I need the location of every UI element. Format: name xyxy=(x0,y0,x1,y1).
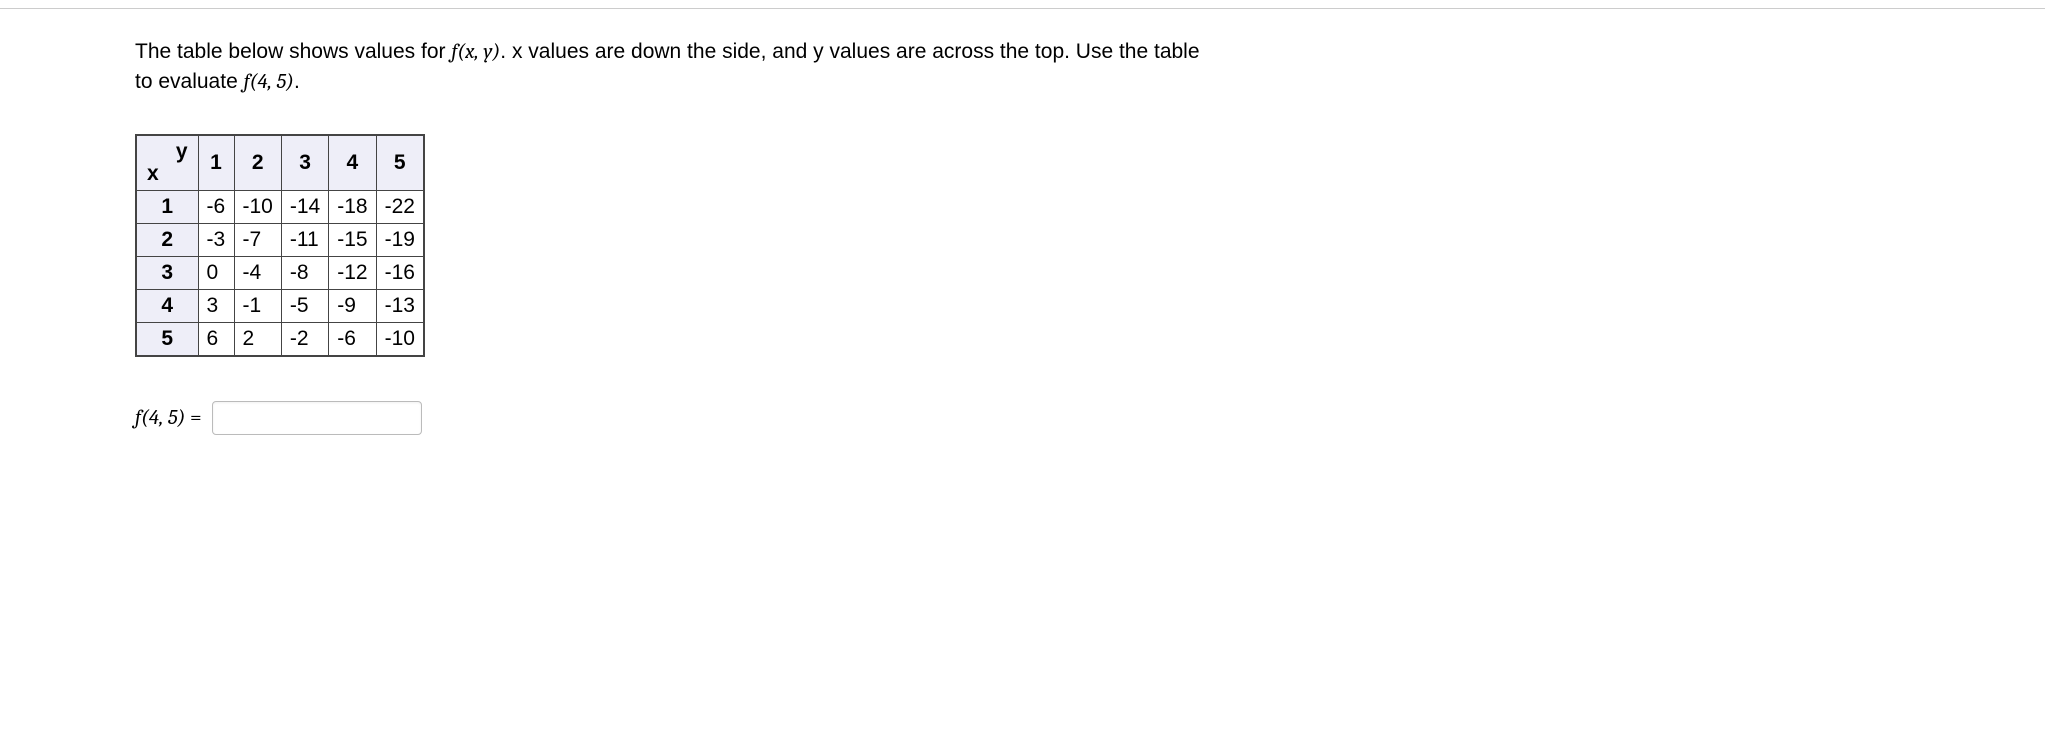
prompt-text-pre: The table below shows values for xyxy=(135,40,451,63)
answer-label: f(4, 5) = xyxy=(135,406,202,430)
answer-row: f(4, 5) = xyxy=(135,401,1200,435)
cell: -11 xyxy=(281,224,328,257)
cell: -1 xyxy=(234,290,281,323)
cell: -16 xyxy=(376,257,424,290)
cell: -9 xyxy=(329,290,376,323)
cell: -12 xyxy=(329,257,376,290)
cell: -10 xyxy=(376,323,424,357)
y-header: 2 xyxy=(234,135,281,191)
x-header: 2 xyxy=(136,224,198,257)
cell: -19 xyxy=(376,224,424,257)
table-header-row: y x 1 2 3 4 5 xyxy=(136,135,424,191)
cell: -6 xyxy=(329,323,376,357)
cell: -13 xyxy=(376,290,424,323)
corner-y-label: y xyxy=(176,140,188,164)
y-header: 1 xyxy=(198,135,234,191)
table-row: 2 -3 -7 -11 -15 -19 xyxy=(136,224,424,257)
cell: 2 xyxy=(234,323,281,357)
y-header: 5 xyxy=(376,135,424,191)
y-header: 3 xyxy=(281,135,328,191)
answer-eq: = xyxy=(185,406,201,430)
cell: -8 xyxy=(281,257,328,290)
corner-x-label: x xyxy=(147,162,159,186)
cell: -4 xyxy=(234,257,281,290)
table-row: 1 -6 -10 -14 -18 -22 xyxy=(136,191,424,224)
cell: -18 xyxy=(329,191,376,224)
y-header: 4 xyxy=(329,135,376,191)
prompt-text-post: . xyxy=(294,70,300,93)
table-row: 4 3 -1 -5 -9 -13 xyxy=(136,290,424,323)
cell: -6 xyxy=(198,191,234,224)
answer-fn: f(4, 5) xyxy=(135,406,185,430)
cell: -10 xyxy=(234,191,281,224)
cell: -3 xyxy=(198,224,234,257)
table-row: 3 0 -4 -8 -12 -16 xyxy=(136,257,424,290)
x-header: 5 xyxy=(136,323,198,357)
cell: -2 xyxy=(281,323,328,357)
cell: -7 xyxy=(234,224,281,257)
cell: 6 xyxy=(198,323,234,357)
cell: -22 xyxy=(376,191,424,224)
cell: 3 xyxy=(198,290,234,323)
prompt-fxy: f(x, y) xyxy=(451,40,500,64)
answer-input[interactable] xyxy=(212,401,422,435)
x-header: 1 xyxy=(136,191,198,224)
cell: -14 xyxy=(281,191,328,224)
cell: -15 xyxy=(329,224,376,257)
x-header: 3 xyxy=(136,257,198,290)
prompt-target: f(4, 5) xyxy=(244,70,294,94)
table-row: 5 6 2 -2 -6 -10 xyxy=(136,323,424,357)
question-container: The table below shows values for f(x, y)… xyxy=(0,9,1200,465)
x-header: 4 xyxy=(136,290,198,323)
cell: -5 xyxy=(281,290,328,323)
question-prompt: The table below shows values for f(x, y)… xyxy=(135,37,1200,98)
table-corner-cell: y x xyxy=(136,135,198,191)
value-table: y x 1 2 3 4 5 1 -6 -10 -14 -18 -22 2 -3 … xyxy=(135,134,425,358)
cell: 0 xyxy=(198,257,234,290)
